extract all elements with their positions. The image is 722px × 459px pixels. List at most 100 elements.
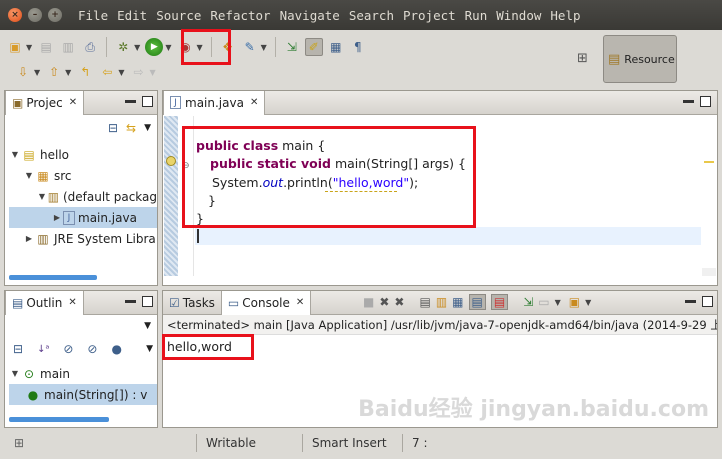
collapse-all-icon[interactable]: ⊟	[13, 342, 23, 356]
menu-refactor[interactable]: Refactor	[210, 8, 270, 23]
sort-icon[interactable]: ↓ᵃ	[37, 344, 49, 355]
expand-arrow-icon[interactable]: ▶	[51, 213, 63, 222]
run-icon[interactable]: ▶	[145, 38, 164, 56]
scroll-lock-icon[interactable]: ▥	[436, 295, 447, 309]
collapse-arrow-icon[interactable]: ▼	[37, 192, 47, 201]
collapse-arrow-icon[interactable]: ▼	[9, 369, 21, 378]
previous-annotation-icon[interactable]: ⇧	[45, 63, 63, 81]
menu-navigate[interactable]: Navigate	[280, 8, 340, 23]
open-perspective-icon[interactable]: ⊞	[577, 51, 588, 66]
forward-dropdown-icon[interactable]: ▼	[149, 68, 155, 77]
show-when-stdout-icon[interactable]: ▤	[468, 294, 486, 310]
new-class-dropdown-icon[interactable]: ▼	[261, 43, 267, 52]
back-dropdown-icon[interactable]: ▼	[118, 68, 124, 77]
run-dropdown-icon[interactable]: ▼	[165, 43, 171, 52]
tree-item-project[interactable]: ▼ ▤ hello	[9, 144, 157, 165]
hide-fields-icon[interactable]: ⊘	[63, 342, 73, 356]
menu-source[interactable]: Source	[156, 8, 201, 23]
maximize-icon[interactable]	[142, 96, 153, 107]
tab-main-java[interactable]: J main.java ✕	[163, 90, 266, 115]
editor-vertical-ruler[interactable]	[164, 116, 178, 276]
close-icon[interactable]: ✕	[68, 297, 76, 308]
minimize-icon[interactable]	[683, 100, 694, 103]
save-icon[interactable]: ▤	[37, 38, 55, 56]
tab-package-explorer[interactable]: ▣ Projec ✕	[5, 90, 85, 115]
tab-console[interactable]: ▭ Console ✕	[220, 290, 312, 315]
menu-window[interactable]: Window	[496, 8, 541, 23]
project-icon: ▤	[23, 147, 35, 162]
collapse-arrow-icon[interactable]: ▼	[9, 150, 21, 159]
close-icon[interactable]: ✕	[250, 97, 258, 108]
minimize-icon[interactable]	[125, 300, 136, 303]
maximize-icon[interactable]	[702, 296, 713, 307]
new-dropdown-icon[interactable]: ▼	[26, 43, 32, 52]
tab-tasks[interactable]: ☑ Tasks	[163, 291, 221, 315]
view-menu-icon[interactable]: ▼	[144, 123, 151, 133]
horizontal-scrollbar-thumb[interactable]	[9, 417, 109, 422]
debug-icon[interactable]: ✲	[114, 38, 132, 56]
outline-item-class[interactable]: ▼ ⊙ main	[9, 363, 157, 384]
word-wrap-icon[interactable]: ▦	[452, 295, 463, 309]
horizontal-scrollbar-thumb[interactable]	[9, 275, 97, 280]
save-all-icon[interactable]: ▥	[59, 38, 77, 56]
mark-occurrences-icon[interactable]: ✐	[304, 38, 323, 56]
menu-file[interactable]: File	[78, 8, 108, 23]
close-icon[interactable]: ✕	[69, 97, 77, 108]
tree-item-src[interactable]: ▼ ▦ src	[9, 165, 157, 186]
hide-static-icon[interactable]: ⊘	[87, 342, 97, 356]
back-icon[interactable]: ⇦	[98, 63, 116, 81]
window-minimize-button[interactable]: –	[28, 8, 42, 22]
menu-help[interactable]: Help	[550, 8, 580, 23]
new-icon[interactable]: ▣	[6, 38, 24, 56]
print-icon[interactable]: ⎙	[81, 38, 99, 56]
next-annotation-dropdown-icon[interactable]: ▼	[34, 68, 40, 77]
window-maximize-button[interactable]: +	[48, 8, 62, 22]
link-with-editor-icon[interactable]: ⇆	[126, 121, 136, 135]
view-menu-icon[interactable]: ▼	[146, 344, 153, 354]
minimize-icon[interactable]	[125, 100, 136, 103]
tree-item-jre-library[interactable]: ▶ ▥ JRE System Libra	[9, 228, 157, 249]
pin-console-icon[interactable]: ⇲	[523, 295, 533, 309]
clear-console-icon[interactable]: ▤	[419, 295, 430, 309]
next-annotation-icon[interactable]: ⇩	[14, 63, 32, 81]
last-edit-location-icon[interactable]: ↰	[76, 63, 94, 81]
close-icon[interactable]: ✕	[296, 297, 304, 308]
resource-perspective-button[interactable]: ▤ Resource	[603, 35, 677, 83]
collapse-all-icon[interactable]: ⊟	[108, 121, 118, 135]
outline-item-method[interactable]: ● main(String[]) : v	[9, 384, 157, 405]
warning-marker-icon[interactable]	[166, 156, 176, 166]
editor-overview-ruler[interactable]	[702, 116, 716, 276]
view-menu-icon[interactable]: ▼	[144, 321, 151, 331]
tree-item-main-java[interactable]: ▶ J main.java	[9, 207, 157, 228]
window-close-button[interactable]: ×	[8, 8, 22, 22]
show-whitespace-icon[interactable]: ¶	[349, 38, 367, 56]
open-console-dropdown-icon[interactable]: ▼	[585, 298, 591, 307]
debug-dropdown-icon[interactable]: ▼	[134, 43, 140, 52]
remove-launch-icon[interactable]: ✖	[379, 295, 389, 309]
menu-run[interactable]: Run	[465, 8, 488, 23]
terminate-icon[interactable]: ■	[363, 295, 374, 309]
maximize-icon[interactable]	[142, 296, 153, 307]
tab-outline[interactable]: ▤ Outlin ✕	[5, 290, 84, 315]
menu-edit[interactable]: Edit	[117, 8, 147, 23]
display-console-dropdown-icon[interactable]: ▼	[555, 298, 561, 307]
overview-warning-mark[interactable]	[704, 161, 714, 163]
hide-non-public-icon[interactable]: ●	[111, 342, 121, 356]
display-console-icon[interactable]: ▭	[538, 295, 549, 309]
minimize-icon[interactable]	[685, 300, 696, 303]
previous-annotation-dropdown-icon[interactable]: ▼	[65, 68, 71, 77]
maximize-icon[interactable]	[700, 96, 711, 107]
tree-item-default-package[interactable]: ▼ ▥ (default packag	[9, 186, 157, 207]
block-selection-icon[interactable]: ▦	[327, 38, 345, 56]
open-type-icon[interactable]: ⇲	[283, 38, 301, 56]
remove-all-terminated-icon[interactable]: ✖	[394, 295, 404, 309]
forward-icon[interactable]: ⇨	[129, 63, 147, 81]
new-class-icon[interactable]: ✎	[241, 38, 259, 56]
fast-view-icon[interactable]: ⊞	[14, 436, 24, 450]
collapse-arrow-icon[interactable]: ▼	[23, 171, 35, 180]
menu-project[interactable]: Project	[403, 8, 456, 23]
open-console-icon[interactable]: ▣	[569, 295, 580, 309]
expand-arrow-icon[interactable]: ▶	[23, 234, 35, 243]
show-when-stderr-icon[interactable]: ▤	[490, 294, 509, 310]
menu-search[interactable]: Search	[349, 8, 394, 23]
